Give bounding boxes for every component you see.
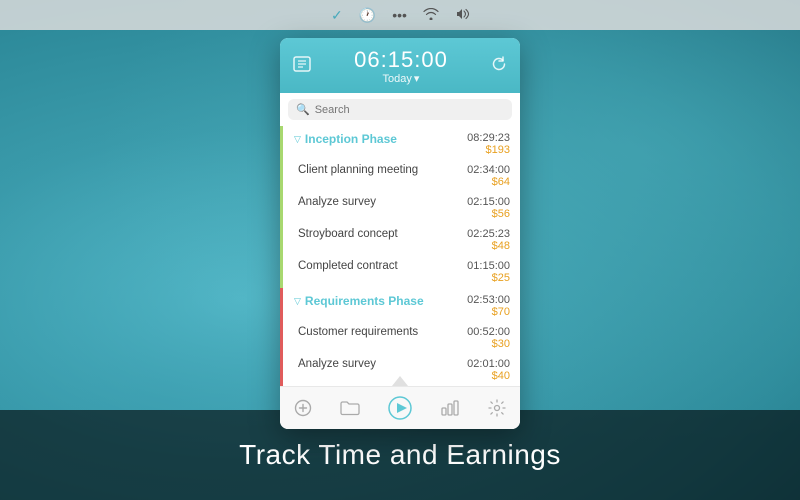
- group-time-requirements: 02:53:00: [467, 294, 510, 306]
- task-item[interactable]: Customer requirements 00:52:00 $30: [280, 322, 520, 354]
- task-name: Stroyboard concept: [298, 228, 398, 240]
- app-toolbar: [280, 386, 520, 429]
- task-time: 00:52:00: [467, 326, 510, 338]
- task-item[interactable]: Analyze survey 02:15:00 $56: [280, 192, 520, 224]
- task-earnings: $25: [467, 272, 510, 284]
- group-name-requirements: Requirements Phase: [305, 294, 424, 308]
- task-earnings: $64: [467, 176, 510, 188]
- toolbar-container: [280, 386, 520, 429]
- task-name: Analyze survey: [298, 196, 376, 208]
- task-time: 02:15:00: [467, 196, 510, 208]
- task-time: 01:15:00: [467, 260, 510, 272]
- task-stats: 01:15:00 $25: [467, 260, 510, 284]
- task-stats: 02:34:00 $64: [467, 164, 510, 188]
- group-header-requirements[interactable]: ▽ Requirements Phase 02:53:00 $70: [280, 288, 520, 322]
- chart-button[interactable]: [441, 400, 460, 416]
- task-item[interactable]: Completed contract 01:15:00 $25: [280, 256, 520, 288]
- volume-icon: [455, 7, 469, 23]
- task-item[interactable]: Stroyboard concept 02:25:23 $48: [280, 224, 520, 256]
- group-stats-requirements: 02:53:00 $70: [467, 294, 510, 318]
- task-name: Analyze survey: [298, 358, 376, 370]
- task-item[interactable]: Client planning meeting 02:34:00 $64: [280, 160, 520, 192]
- group-chevron-icon: ▽: [294, 134, 301, 145]
- task-stats: 00:52:00 $30: [467, 326, 510, 350]
- timer-display: 06:15:00: [354, 48, 448, 72]
- refresh-icon[interactable]: [490, 55, 508, 78]
- header-time: 06:15:00 Today ▾: [354, 48, 448, 85]
- group-color-bar: [280, 288, 283, 386]
- settings-button[interactable]: [488, 399, 506, 417]
- search-input[interactable]: [315, 104, 504, 116]
- add-button[interactable]: [294, 399, 312, 417]
- play-indicator: [392, 376, 408, 386]
- group-chevron-icon: ▽: [294, 296, 301, 307]
- list-icon: [292, 55, 312, 78]
- group-color-bar: [280, 126, 283, 288]
- clock-icon: 🕐: [359, 7, 376, 24]
- task-name: Customer requirements: [298, 326, 418, 338]
- task-earnings: $56: [467, 208, 510, 220]
- search-icon: 🔍: [296, 103, 310, 116]
- group-time-inception: 08:29:23: [467, 132, 510, 144]
- group-header-inception[interactable]: ▽ Inception Phase 08:29:23 $193: [280, 126, 520, 160]
- date-chevron-icon: ▾: [414, 72, 420, 85]
- wifi-icon: [423, 7, 439, 23]
- task-earnings: $48: [467, 240, 510, 252]
- group-name-inception: Inception Phase: [305, 132, 397, 146]
- header-date[interactable]: Today ▾: [354, 72, 448, 85]
- date-label: Today: [383, 73, 412, 85]
- group-stats-inception: 08:29:23 $193: [467, 132, 510, 156]
- task-earnings: $30: [467, 338, 510, 350]
- group-earnings-requirements: $70: [467, 306, 510, 318]
- ellipsis-icon: •••: [392, 7, 407, 23]
- project-group-requirements: ▽ Requirements Phase 02:53:00 $70 Custom…: [280, 288, 520, 386]
- project-group-inception: ▽ Inception Phase 08:29:23 $193 Client p…: [280, 126, 520, 288]
- project-list: ▽ Inception Phase 08:29:23 $193 Client p…: [280, 126, 520, 386]
- task-stats: 02:01:00 $40: [467, 358, 510, 382]
- play-button[interactable]: [387, 395, 413, 421]
- task-name: Completed contract: [298, 260, 398, 272]
- task-time: 02:01:00: [467, 358, 510, 370]
- group-earnings-inception: $193: [467, 144, 510, 156]
- menubar: ✓ 🕐 •••: [0, 0, 800, 30]
- check-icon: ✓: [331, 7, 343, 24]
- task-time: 02:25:23: [467, 228, 510, 240]
- app-window: 06:15:00 Today ▾ 🔍 ▽ Inception Phase: [280, 38, 520, 429]
- app-header: 06:15:00 Today ▾: [280, 38, 520, 93]
- bottom-title-text: Track Time and Earnings: [239, 439, 561, 471]
- task-name: Client planning meeting: [298, 164, 418, 176]
- folder-button[interactable]: [340, 400, 360, 416]
- search-bar[interactable]: 🔍: [288, 99, 512, 120]
- task-earnings: $40: [467, 370, 510, 382]
- task-time: 02:34:00: [467, 164, 510, 176]
- task-stats: 02:15:00 $56: [467, 196, 510, 220]
- task-stats: 02:25:23 $48: [467, 228, 510, 252]
